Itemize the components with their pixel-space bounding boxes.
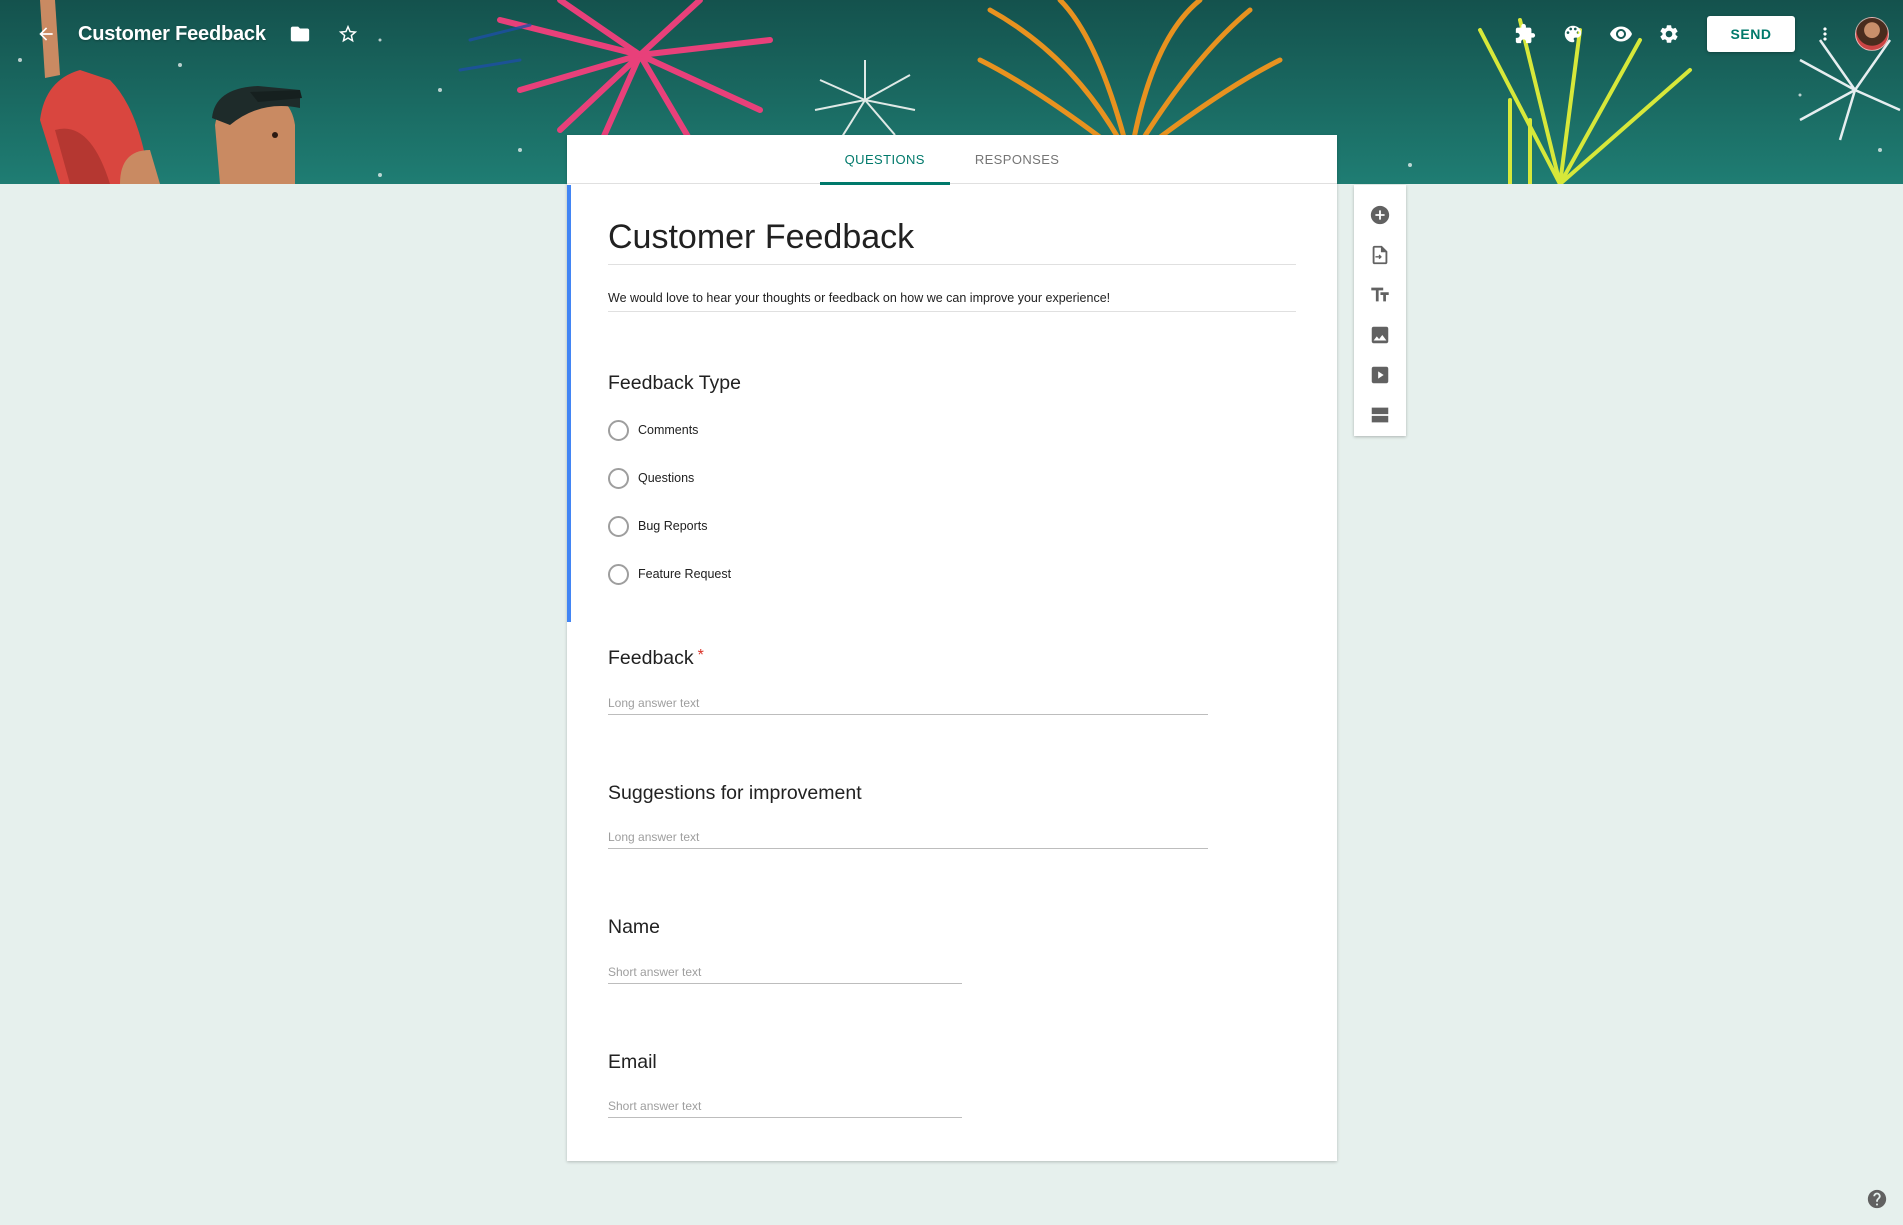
question-title-feedback-type[interactable]: Feedback Type [608,372,741,395]
tab-questions[interactable]: QUESTIONS [819,135,951,185]
folder-icon[interactable] [282,16,318,52]
settings-gear-icon[interactable] [1651,16,1687,52]
form-card: QUESTIONS RESPONSES Customer Feedback We… [567,135,1337,1161]
radio-button[interactable] [608,467,629,489]
radio-button[interactable] [608,563,629,585]
question-title-text: Feedback [608,647,694,669]
question-title-email[interactable]: Email [608,1051,657,1074]
avatar[interactable] [1855,17,1889,51]
question-title-feedback[interactable]: Feedback * [608,647,704,670]
preview-eye-icon[interactable] [1603,16,1639,52]
send-button[interactable]: SEND [1707,16,1795,52]
add-section-icon[interactable] [1360,395,1400,435]
add-video-icon[interactable] [1360,355,1400,395]
add-title-icon[interactable] [1360,275,1400,315]
help-icon[interactable] [1866,1188,1888,1215]
star-icon[interactable] [330,16,366,52]
question-toolbar [1354,185,1406,436]
option-questions[interactable]: Questions [608,467,694,489]
option-label: Questions [638,471,695,485]
long-answer-field-suggestions: Long answer text [608,829,1208,849]
option-label: Feature Request [638,567,732,581]
long-answer-field-feedback: Long answer text [608,695,1208,715]
option-feature-request[interactable]: Feature Request [608,563,731,585]
tab-bar: QUESTIONS RESPONSES [567,135,1337,185]
header-left-group: Customer Feedback [28,17,366,51]
question-title-name[interactable]: Name [608,916,660,939]
back-arrow-icon[interactable] [28,16,64,52]
required-asterisk: * [697,647,704,664]
question-title-suggestions[interactable]: Suggestions for improvement [608,782,862,805]
short-answer-field-name: Short answer text [608,964,962,984]
addons-puzzle-icon[interactable] [1507,16,1543,52]
more-vert-icon[interactable] [1813,16,1837,52]
import-questions-icon[interactable] [1360,235,1400,275]
header-right-group: SEND [1495,14,1903,54]
document-title[interactable]: Customer Feedback [78,23,266,46]
option-label: Comments [638,423,699,437]
tab-responses[interactable]: RESPONSES [950,135,1085,184]
radio-button[interactable] [608,419,629,441]
form-description[interactable]: We would love to hear your thoughts or f… [608,290,1296,312]
option-label: Bug Reports [638,519,708,533]
add-question-icon[interactable] [1360,195,1400,235]
form-title[interactable]: Customer Feedback [608,217,1296,265]
option-bug-reports[interactable]: Bug Reports [608,515,707,537]
add-image-icon[interactable] [1360,315,1400,355]
palette-icon[interactable] [1555,16,1591,52]
option-comments[interactable]: Comments [608,419,698,441]
short-answer-field-email: Short answer text [608,1098,962,1118]
radio-button[interactable] [608,515,629,537]
focus-accent-bar [567,185,571,622]
